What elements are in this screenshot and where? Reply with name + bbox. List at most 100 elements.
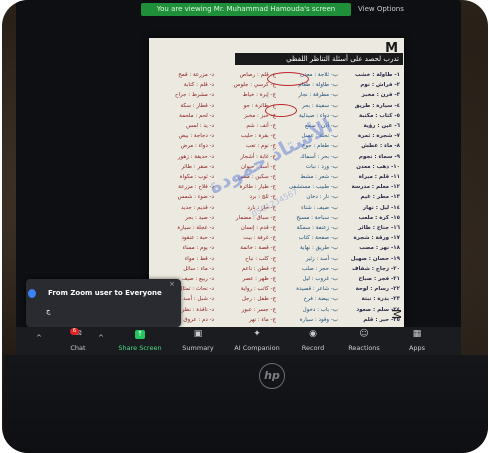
option-d: د- قلم : كتابة	[183, 82, 214, 89]
chat-notification[interactable]: From Zoom user to Everyone ج ×	[26, 279, 181, 327]
question-row: ١٥- كرة : ملعب ب- سباحة : مسبح ج- سباق : م…	[153, 213, 400, 223]
question-row: ٤- سيارة : طريق ب- سفينة : بحر ج- طائرة : …	[153, 101, 400, 111]
option-j: ج- كلب : نباح	[245, 255, 276, 262]
question-stem: ١٣- مطر : غيم	[360, 194, 400, 201]
option-b: ب- بيضة : فرخ	[303, 296, 338, 303]
option-b: ب- طريق : نهاية	[299, 245, 338, 252]
option-b: ب- باب : دخول	[302, 306, 338, 313]
option-j: ج- طفل : رجل	[241, 296, 276, 303]
question-stem: ٢٣- بذرة : نبتة	[361, 296, 401, 303]
summary-button[interactable]: ▣ Summary	[176, 330, 220, 354]
option-b: ب- وقود : سيارة	[299, 316, 338, 323]
question-row: ١٧- ورقة : شجرة ب- صفحة : كتاب ج- غرفة : ب…	[153, 233, 400, 243]
option-j: ج- ماء : نهر	[249, 316, 276, 323]
screen-sharing-banner: You are viewing Mr. Muhammad Hamouda's s…	[141, 3, 351, 16]
share-screen-label: Share Screen	[118, 344, 162, 352]
question-stem: ١٩- حصان : صهيل	[350, 255, 400, 262]
chat-unread-badge: 6	[70, 328, 79, 335]
option-b: ب- أسد : زئير	[305, 255, 338, 262]
option-d: د- مزرعة : قمح	[178, 72, 214, 78]
question-stem: ٢٢- رسام : لوحة	[355, 286, 400, 293]
question-row: ١٦- جناح : طائر ب- زعنفة : سمكة ج- قدم : إ…	[153, 223, 400, 233]
question-stem: ١٤- ليل : نهار	[362, 204, 400, 211]
option-b: ب- مطرقة : نجار	[298, 92, 338, 99]
question-stem: ٢- فراش : نوم	[360, 82, 400, 89]
chevron-up-icon[interactable]: ^	[36, 334, 42, 342]
chat-sender: From Zoom user to Everyone	[48, 289, 162, 297]
option-d: د- يوم : مساء	[182, 245, 214, 252]
option-d: د- دواء : مرض	[180, 143, 214, 150]
summary-label: Summary	[182, 344, 214, 352]
view-options-button[interactable]: View Options	[358, 3, 414, 16]
photo-frame: You are viewing Mr. Muhammad Hamouda's s…	[2, 0, 488, 453]
question-stem: ١٨- نهر : مصب	[359, 245, 400, 252]
option-b: ب- حجر : صلب	[301, 265, 338, 272]
hp-logo: hp	[259, 363, 285, 389]
option-j: ج- جسر : عبور	[241, 306, 276, 313]
question-row: ١٨- نهر : مصب ب- طريق : نهاية ج- قصة : خات…	[153, 243, 400, 253]
option-j: ج- قلم : رصاص	[239, 72, 276, 78]
option-b: ب- شاعر : قصيدة	[296, 286, 338, 293]
option-b: ب- سباحة : مسبح	[296, 214, 338, 221]
question-row: ٢٣- بذرة : نبتة ب- بيضة : فرخ ج- طفل : رجل…	[153, 294, 400, 304]
option-d: د- ماء : سائل	[183, 265, 214, 272]
question-row: ٢٥- حبر : قلم ب- وقود : سيارة ج- ماء : نهر…	[153, 315, 400, 325]
option-j: ج- خبز : مخبز	[244, 112, 276, 119]
option-d: د- قطار : سكة	[180, 102, 214, 109]
option-b: ب- طاولة : طعام	[298, 82, 338, 89]
option-j: ج- قصة : خاتمة	[240, 245, 276, 252]
question-stem: ٢٠- زجاج : شفاف	[352, 265, 400, 272]
question-row: ٥- كتاب : مكتبة ب- دواء : صيدلية ج- خبز : …	[153, 111, 400, 121]
question-row: ٢١- فجر : صباح ب- غروب : ليل ج- ظهر : عصر د…	[153, 274, 400, 284]
option-d: د- حديقة : زهور	[177, 153, 214, 160]
option-d: د- دجاجة : بيض	[178, 133, 214, 140]
laptop-screen: You are viewing Mr. Muhammad Hamouda's s…	[16, 0, 461, 355]
reactions-button[interactable]: ☺ Reactions	[342, 330, 386, 354]
question-row: ١- طاولة : خشب ب- ثلاجة : معدن ج- قلم : رص…	[153, 70, 400, 80]
apps-button[interactable]: ▦ Apps	[402, 330, 432, 354]
option-b: ب- ثلاجة : معدن	[300, 72, 338, 78]
chevron-up-icon[interactable]: ^	[98, 334, 104, 342]
question-stem: ١١- قلم : مبراة	[358, 174, 400, 180]
option-j: ج- بقرة : حليب	[240, 133, 276, 140]
record-button[interactable]: ◉ Record	[294, 330, 332, 354]
question-stem: ٣- فرن : مخبز	[361, 92, 400, 99]
share-screen-button[interactable]: ↑ Share Screen	[112, 330, 168, 354]
question-row: ٢٠- زجاج : شفاف ب- حجر : صلب ج- قطن : ناعم…	[153, 264, 400, 274]
option-b: ب- صفحة : كتاب	[298, 235, 338, 242]
option-b: ب- سفينة : بحر	[301, 102, 338, 109]
record-icon: ◉	[309, 329, 317, 339]
zoom-toolbar: ^ ✉ 6 Chat ^ ↑ Share Screen ▣ Summary ✦ …	[16, 327, 461, 355]
chat-button[interactable]: ✉ 6 Chat	[60, 328, 96, 354]
question-row: ٢- فراش : نوم ب- طاولة : طعام ج- كرسي : جل…	[153, 80, 400, 90]
option-d: د- يد : لمس	[186, 123, 214, 129]
record-label: Record	[301, 344, 325, 352]
option-d: د- عجلة : سيارة	[177, 225, 214, 231]
ai-companion-icon: ✦	[253, 329, 261, 339]
chat-message: ج	[46, 307, 51, 315]
option-d: د- مشرط : جراح	[174, 92, 214, 99]
question-stem: ٢١- فجر : صباح	[358, 276, 400, 282]
reactions-label: Reactions	[348, 344, 380, 352]
option-j: ج- أنف : شم	[246, 123, 276, 129]
question-row: ٢٤- سلم : صعود ب- باب : دخول ج- جسر : عبور…	[153, 305, 400, 315]
option-d: د- قط : مواء	[184, 255, 214, 262]
summary-icon: ▣	[193, 329, 203, 339]
option-j: ج- كرسي : جلوس	[233, 82, 276, 89]
laptop-bezel	[4, 355, 488, 453]
chat-label: Chat	[70, 344, 86, 352]
option-b: ب- غروب : ليل	[302, 276, 338, 282]
option-j: ج- كاتب : رواية	[240, 286, 276, 293]
ai-companion-button[interactable]: ✦ AI Companion	[228, 330, 286, 354]
close-icon[interactable]: ×	[168, 280, 176, 288]
question-stem: ١٠- ذهب : معدن	[356, 163, 400, 170]
option-j: ج- ظهر : عصر	[242, 276, 276, 282]
option-d: د- صقر : طائر	[181, 163, 214, 170]
reactions-icon: ☺	[359, 329, 369, 339]
option-d: د- لحم : ملحمة	[179, 112, 214, 119]
question-stem: ١٥- كرة : ملعب	[358, 214, 400, 221]
ai-companion-label: AI Companion	[234, 344, 280, 352]
share-screen-icon: ↑	[135, 330, 145, 339]
question-stem: ١- طاولة : خشب	[354, 72, 400, 78]
document-mark-bottom: M	[388, 308, 403, 320]
